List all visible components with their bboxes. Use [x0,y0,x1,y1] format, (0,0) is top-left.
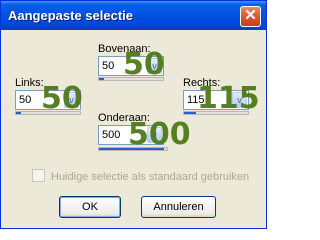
bottom-value: 500 [102,129,121,141]
checkbox-label: Huidige selectie als standaard gebruiken [51,171,250,183]
checkbox-box[interactable] [32,169,45,182]
close-button[interactable]: ✕ [240,6,261,27]
right-overlay-number: 115 [197,81,260,116]
top-overlay-number: 50 [123,47,165,82]
close-icon: ✕ [244,7,257,24]
default-selection-checkbox[interactable]: Huidige selectie als standaard gebruiken [32,169,249,183]
ok-button[interactable]: OK [59,196,121,218]
dialog-window: Aangepaste selectie ✕ Bovenaan: 50 v 50 … [0,0,267,229]
cancel-button[interactable]: Annuleren [141,196,216,218]
dialog-title: Aangepaste selectie [8,8,134,23]
title-bar[interactable]: Aangepaste selectie ✕ [1,1,266,30]
left-overlay-number: 50 [41,81,83,116]
left-label: Links: [15,77,44,89]
left-value: 50 [19,94,32,106]
top-value: 50 [102,60,115,72]
bottom-overlay-number: 500 [128,117,191,152]
